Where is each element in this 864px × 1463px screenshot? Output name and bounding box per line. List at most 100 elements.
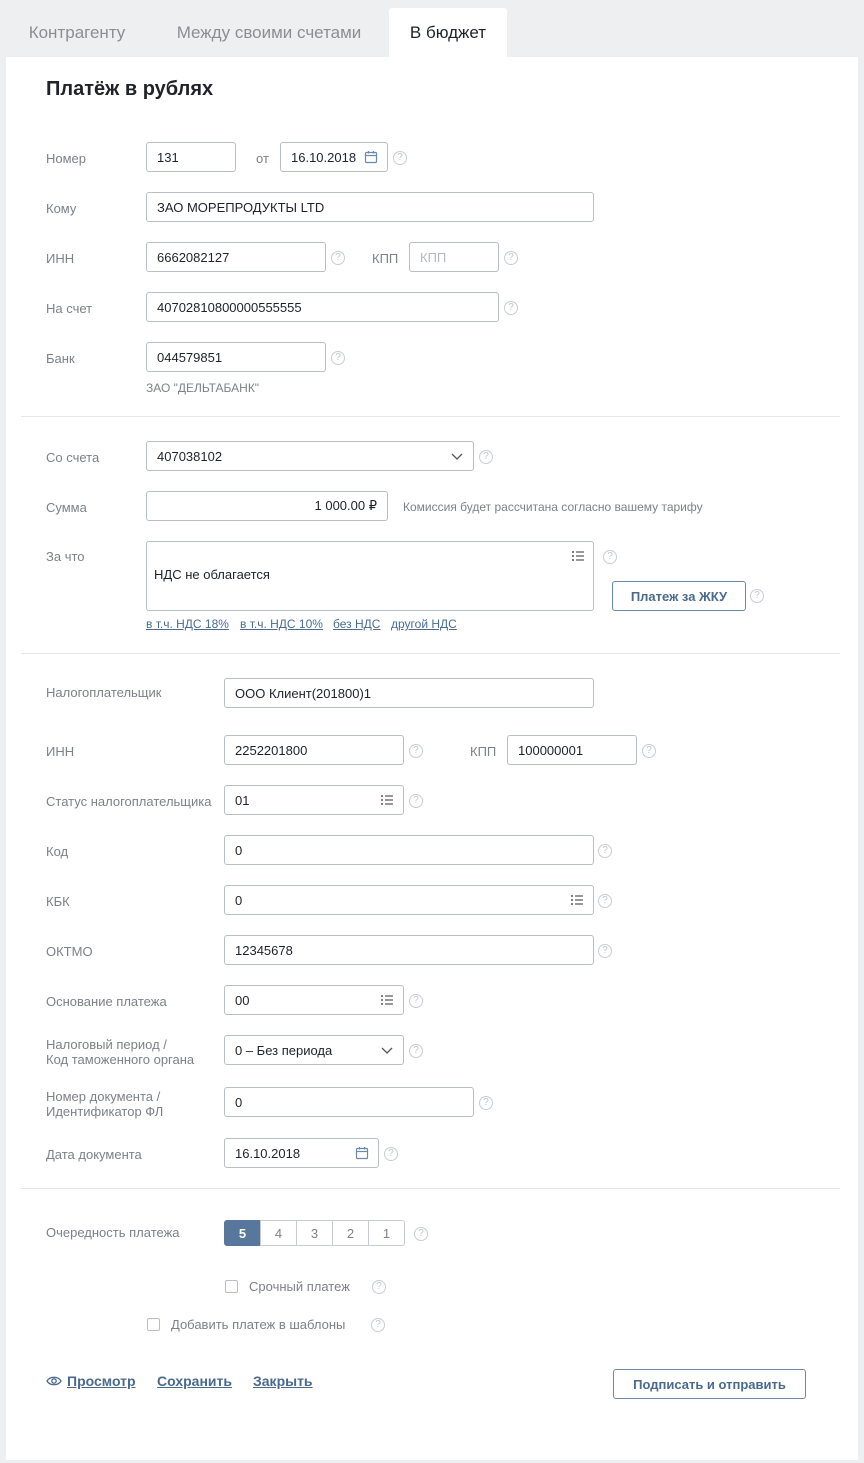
help-icon[interactable]: ? (479, 1096, 493, 1110)
recipient-name-input[interactable]: ЗАО МОРЕПРОДУКТЫ LTD (146, 192, 594, 222)
taxpayer-label: Налогоплательщик (46, 685, 162, 700)
amount-input[interactable]: 1 000.00 ₽ (146, 491, 388, 521)
add-to-templates-label: Добавить платеж в шаблоны (171, 1317, 346, 1332)
help-icon[interactable]: ? (372, 1280, 386, 1294)
help-icon[interactable]: ? (393, 151, 407, 165)
commission-note: Комиссия будет рассчитана согласно вашем… (403, 500, 703, 514)
help-icon[interactable]: ? (598, 944, 612, 958)
tax-inn-label: ИНН (46, 744, 75, 759)
tax-period-label-line1: Налоговый период / (46, 1037, 167, 1052)
from-label: от (256, 151, 269, 166)
other-vat-link[interactable]: другой НДС (391, 617, 457, 631)
code-label: Код (46, 844, 69, 859)
help-icon[interactable]: ? (414, 1227, 428, 1241)
help-icon[interactable]: ? (384, 1147, 398, 1161)
divider (21, 1188, 840, 1189)
help-icon[interactable]: ? (750, 589, 764, 603)
eye-icon (46, 1376, 62, 1386)
list-icon[interactable] (380, 793, 394, 807)
priority-option-3[interactable]: 3 (296, 1220, 333, 1246)
list-icon[interactable] (570, 893, 584, 907)
help-icon[interactable]: ? (371, 1318, 385, 1332)
tax-period-label-line2: Код таможенного органа (46, 1052, 195, 1067)
page-title: Платёж в рублях (46, 78, 214, 100)
help-icon[interactable]: ? (331, 251, 345, 265)
priority-option-1[interactable]: 1 (368, 1220, 405, 1246)
document-number-label: Номер документа / Идентификатор ФЛ (46, 1089, 163, 1119)
vat-18-link[interactable]: в т.ч. НДС 18% (146, 617, 229, 631)
priority-option-2[interactable]: 2 (332, 1220, 369, 1246)
document-number-input[interactable]: 0 (224, 1087, 474, 1117)
kbk-input[interactable]: 0 (224, 885, 594, 915)
tax-kpp-input[interactable]: 100000001 (507, 735, 637, 765)
payment-basis-label: Основание платежа (46, 994, 167, 1009)
recipient-inn-input[interactable]: 6662082127 (146, 242, 326, 272)
document-number-label-line2: Идентификатор ФЛ (46, 1104, 164, 1119)
taxpayer-status-input[interactable]: 01 (224, 785, 404, 815)
date-input[interactable]: 16.10.2018 (280, 142, 388, 172)
divider (21, 416, 840, 417)
priority-option-4[interactable]: 4 (260, 1220, 297, 1246)
payment-basis-input[interactable]: 00 (224, 985, 404, 1015)
bank-label: Банк (46, 351, 75, 366)
document-date-input[interactable]: 16.10.2018 (224, 1138, 379, 1168)
oktmo-input[interactable]: 12345678 (224, 935, 594, 965)
calendar-icon[interactable] (364, 150, 378, 164)
no-vat-link[interactable]: без НДС (333, 617, 380, 631)
help-icon[interactable]: ? (479, 450, 493, 464)
tab-counterparty[interactable]: Контрагенту (12, 8, 142, 57)
list-icon[interactable] (571, 549, 585, 563)
number-input[interactable]: 131 (146, 142, 236, 172)
tax-period-select[interactable]: 0 – Без периода (224, 1035, 404, 1065)
tax-kpp-label: КПП (470, 744, 497, 759)
chevron-down-icon (451, 453, 463, 460)
list-icon[interactable] (380, 993, 394, 1007)
calendar-icon[interactable] (355, 1146, 369, 1160)
help-icon[interactable]: ? (409, 994, 423, 1008)
from-account-label: Со счета (46, 450, 100, 465)
urgent-checkbox[interactable] (225, 1280, 238, 1293)
priority-selector: 5 4 3 2 1 (224, 1220, 405, 1246)
urgent-label: Срочный платеж (249, 1279, 350, 1294)
from-account-select[interactable]: 407038102 (146, 441, 474, 471)
purpose-textarea[interactable]: НДС не облагается (146, 541, 594, 611)
amount-label: Сумма (46, 500, 87, 515)
recipient-account-input[interactable]: 40702810800000555555 (146, 292, 499, 322)
divider (21, 653, 840, 654)
save-link[interactable]: Сохранить (157, 1373, 232, 1389)
to-label: Кому (46, 201, 77, 216)
help-icon[interactable]: ? (331, 351, 345, 365)
priority-option-5[interactable]: 5 (224, 1220, 261, 1246)
add-to-templates-checkbox[interactable] (147, 1318, 160, 1331)
sign-and-send-button[interactable]: Подписать и отправить (613, 1369, 806, 1399)
help-icon[interactable]: ? (504, 301, 518, 315)
kpp-label: КПП (372, 251, 399, 266)
bank-bic-input[interactable]: 044579851 (146, 342, 326, 372)
taxpayer-status-label: Статус налогоплательщика (46, 794, 212, 809)
vat-10-link[interactable]: в т.ч. НДС 10% (240, 617, 323, 631)
priority-label: Очередность платежа (46, 1225, 180, 1240)
account-label: На счет (46, 301, 93, 316)
help-icon[interactable]: ? (409, 1044, 423, 1058)
recipient-kpp-input[interactable]: КПП (409, 242, 499, 272)
document-date-label: Дата документа (46, 1147, 142, 1162)
tab-budget[interactable]: В бюджет (389, 8, 507, 57)
tab-own-accounts[interactable]: Между своими счетами (158, 8, 380, 57)
payment-type-tabs: Контрагенту Между своими счетами В бюдже… (0, 0, 864, 57)
jku-payment-button[interactable]: Платеж за ЖКУ (612, 581, 746, 611)
help-icon[interactable]: ? (409, 744, 423, 758)
help-icon[interactable]: ? (642, 744, 656, 758)
close-link[interactable]: Закрыть (253, 1373, 313, 1389)
help-icon[interactable]: ? (409, 794, 423, 808)
document-number-label-line1: Номер документа / (46, 1089, 161, 1104)
help-icon[interactable]: ? (598, 844, 612, 858)
code-input[interactable]: 0 (224, 835, 594, 865)
help-icon[interactable]: ? (598, 894, 612, 908)
help-icon[interactable]: ? (504, 251, 518, 265)
help-icon[interactable]: ? (603, 550, 617, 564)
purpose-label: За что (46, 549, 85, 564)
tax-inn-input[interactable]: 2252201800 (224, 735, 404, 765)
preview-link[interactable]: Просмотр (67, 1373, 136, 1389)
taxpayer-input[interactable]: ООО Клиент(201800)1 (224, 678, 594, 708)
purpose-text: НДС не облагается (154, 567, 270, 582)
